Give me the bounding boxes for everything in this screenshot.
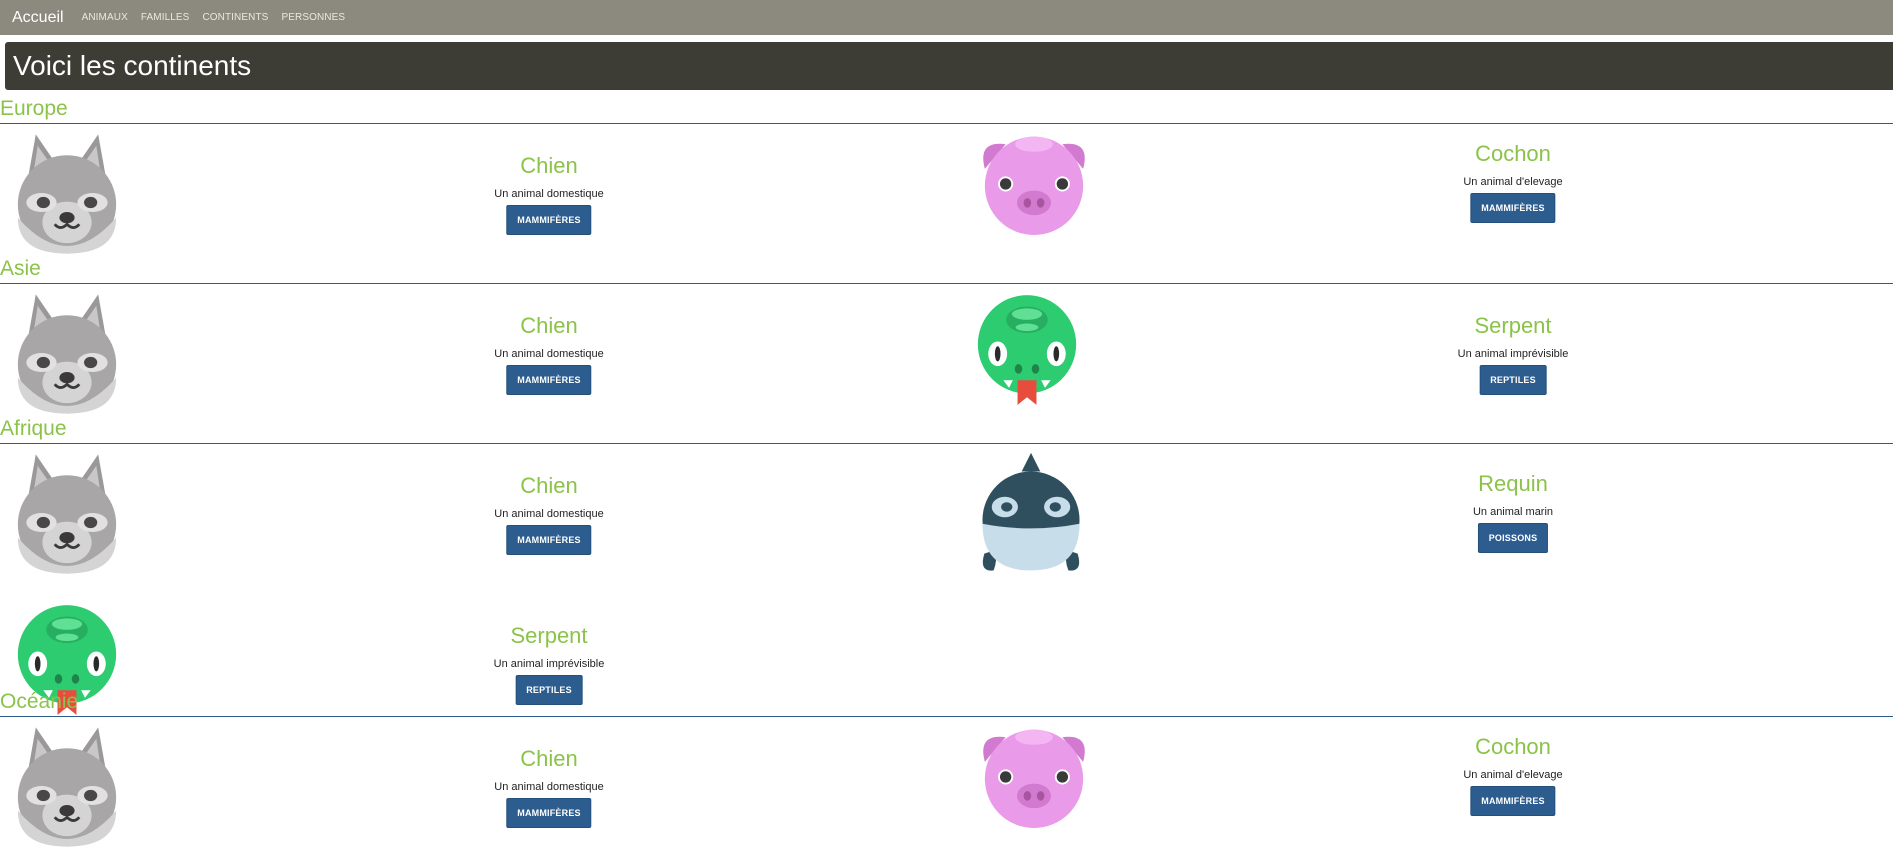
animal-description: Un animal marin [1472, 506, 1554, 518]
family-button[interactable]: MAMMIFÈRES [506, 205, 592, 235]
pig-icon [975, 724, 1093, 828]
animal-name: Serpent [1474, 313, 1552, 338]
animal-card-info: Chien Un animal domestique MAMMIFÈRES [494, 473, 604, 555]
shark-icon [975, 451, 1087, 576]
continent-title: Afrique [0, 417, 67, 440]
nav-link-animaux[interactable]: ANIMAUX [82, 12, 128, 23]
snake-icon [975, 291, 1079, 409]
family-button[interactable]: REPTILES [1479, 365, 1547, 395]
family-button[interactable]: MAMMIFÈRES [506, 525, 592, 555]
section-divider [0, 716, 1893, 717]
animal-description: Un animal d'elevage [1463, 176, 1563, 188]
animal-card-info: Chien Un animal domestique MAMMIFÈRES [494, 313, 604, 395]
animal-name: Requin [1478, 471, 1548, 496]
animal-name: Cochon [1475, 141, 1551, 166]
animal-description: Un animal domestique [494, 348, 604, 360]
animal-name: Chien [520, 746, 578, 771]
animal-card-info: Serpent Un animal imprévisible REPTILES [1457, 313, 1569, 395]
animal-name: Chien [520, 153, 578, 178]
animal-name: Serpent [510, 623, 588, 648]
nav-link-personnes[interactable]: PERSONNES [281, 12, 345, 23]
family-button[interactable]: MAMMIFÈRES [1470, 193, 1556, 223]
section-divider [0, 283, 1893, 284]
animal-description: Un animal imprévisible [493, 658, 605, 670]
section-divider [0, 443, 1893, 444]
animal-description: Un animal domestique [494, 508, 604, 520]
animal-description: Un animal imprévisible [1457, 348, 1569, 360]
animal-name: Chien [520, 313, 578, 338]
top-navbar: Accueil ANIMAUX FAMILLES CONTINENTS PERS… [0, 0, 1893, 35]
family-button[interactable]: MAMMIFÈRES [506, 365, 592, 395]
family-button[interactable]: MAMMIFÈRES [1470, 786, 1556, 816]
animal-card-info: Serpent Un animal imprévisible REPTILES [493, 623, 605, 705]
page-title-banner: Voici les continents [5, 42, 1893, 90]
section-divider [0, 123, 1893, 124]
animal-description: Un animal d'elevage [1463, 769, 1563, 781]
dog-icon [15, 724, 119, 850]
dog-icon [15, 451, 119, 577]
animal-name: Cochon [1475, 734, 1551, 759]
continent-title: Asie [0, 257, 41, 280]
family-button[interactable]: REPTILES [515, 675, 583, 705]
dog-icon [15, 131, 119, 257]
dog-icon [15, 291, 119, 417]
animal-card-info: Chien Un animal domestique MAMMIFÈRES [494, 153, 604, 235]
animal-card-info: Cochon Un animal d'elevage MAMMIFÈRES [1463, 141, 1563, 223]
animal-name: Chien [520, 473, 578, 498]
animal-card-info: Chien Un animal domestique MAMMIFÈRES [494, 746, 604, 828]
animal-description: Un animal domestique [494, 188, 604, 200]
animal-description: Un animal domestique [494, 781, 604, 793]
animal-card-info: Cochon Un animal d'elevage MAMMIFÈRES [1463, 734, 1563, 816]
nav-link-familles[interactable]: FAMILLES [141, 12, 190, 23]
nav-link-continents[interactable]: CONTINENTS [202, 12, 268, 23]
nav-brand-home[interactable]: Accueil [12, 9, 64, 27]
animal-card-info: Requin Un animal marin POISSONS [1473, 471, 1553, 553]
continent-title: Europe [0, 97, 68, 120]
family-button[interactable]: POISSONS [1477, 523, 1549, 553]
continent-title: Océanie [0, 690, 79, 713]
pig-icon [975, 131, 1093, 235]
family-button[interactable]: MAMMIFÈRES [506, 798, 592, 828]
page-title: Voici les continents [13, 50, 252, 81]
